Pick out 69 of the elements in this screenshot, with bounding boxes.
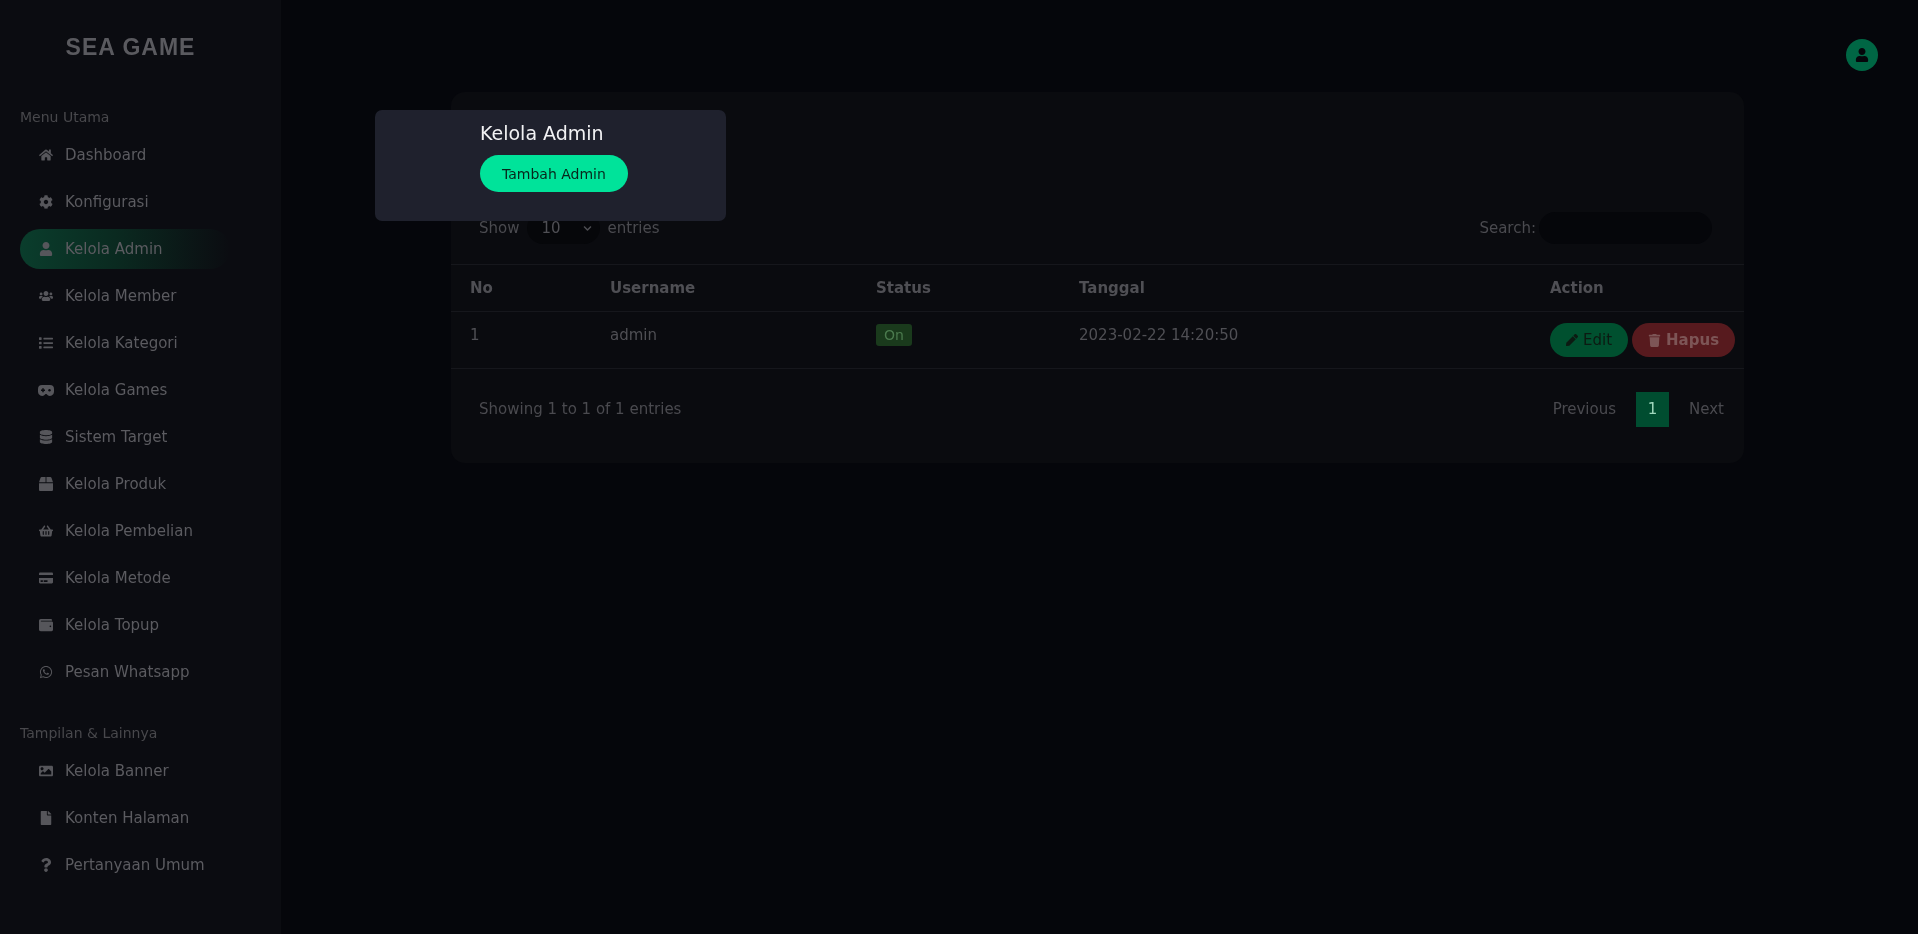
sidebar-item[interactable]: Kelola Games (20, 370, 261, 410)
entries-info: Showing 1 to 1 of 1 entries (479, 400, 682, 418)
table-cell-text: 1 (470, 325, 481, 344)
column-header: Action (1550, 279, 1605, 297)
column-header: Status (876, 279, 932, 297)
sidebar-item-label: Kelola Kategori (65, 334, 178, 352)
sidebar-item-label: Pertanyaan Umum (65, 856, 205, 874)
section-title: Tampilan & Lainnya (20, 725, 159, 741)
sidebar-item-label: Kelola Member (65, 287, 177, 305)
chat-bubble-icon (38, 665, 54, 679)
sidebar-item[interactable]: Pertanyaan Umum (20, 845, 261, 885)
section-title: Menu Utama (20, 109, 111, 125)
trash-icon (1648, 333, 1662, 347)
entries-label: entries (607, 219, 660, 237)
sidebar-item[interactable]: Kelola Produk (20, 464, 261, 504)
sidebar-item[interactable]: Kelola Pembelian (20, 511, 261, 551)
sidebar-item[interactable]: Kelola Topup (20, 605, 261, 645)
table-cell-text: 2023-02-22 14:20:50 (1079, 325, 1240, 344)
sidebar-item[interactable]: Konten Halaman (20, 798, 261, 838)
delete-button[interactable]: Hapus (1632, 323, 1736, 357)
sidebar-item[interactable]: Konfigurasi (20, 182, 261, 222)
list-icon (38, 336, 54, 350)
pencil-icon (1566, 334, 1578, 346)
sidebar-item[interactable]: Kelola Member (20, 276, 261, 316)
column-header: Username (610, 279, 697, 297)
sidebar-item-label: Sistem Target (65, 428, 168, 446)
user-avatar[interactable] (1846, 39, 1878, 71)
gamepad-icon (38, 384, 54, 396)
sidebar-item-label: Kelola Metode (65, 569, 171, 587)
sidebar-item[interactable]: Kelola Metode (20, 558, 261, 598)
credit-card-icon (38, 571, 54, 585)
gear-icon (38, 195, 54, 209)
sidebar-item-label: Dashboard (65, 146, 147, 164)
add-admin-button[interactable]: Tambah Admin (480, 155, 628, 192)
sidebar-item[interactable]: Kelola Banner (20, 751, 261, 791)
sidebar-item[interactable]: Sistem Target (20, 417, 261, 457)
house-icon (38, 148, 54, 162)
search-label: Search: (1479, 219, 1536, 237)
table-cell-text: admin (610, 325, 658, 344)
sidebar-item-label: Kelola Topup (65, 616, 160, 634)
box-icon (38, 477, 54, 491)
popover-title: Kelola Admin (480, 122, 604, 144)
sidebar-item-label: Kelola Banner (65, 762, 169, 780)
previous-link[interactable]: Previous (1552, 400, 1617, 418)
next-link[interactable]: Next (1689, 400, 1724, 418)
sidebar-item[interactable]: Pesan Whatsapp (20, 652, 261, 692)
column-header: No (470, 279, 494, 297)
file-icon (38, 811, 54, 825)
basket-icon (38, 524, 54, 538)
sidebar-item-label: Kelola Produk (65, 475, 167, 493)
wallet-icon (38, 618, 54, 632)
sidebar-item-label: Kelola Admin (65, 240, 163, 258)
page-number-button[interactable]: 1 (1636, 391, 1670, 427)
sidebar-item[interactable]: Kelola Kategori (20, 323, 261, 363)
sidebar-item[interactable]: Dashboard (20, 135, 261, 175)
chevron-down-icon (582, 223, 592, 233)
user-icon (38, 242, 54, 256)
sidebar-item-label: Kelola Games (65, 381, 168, 399)
brand-logo[interactable]: SEA GAME (65, 34, 196, 61)
sidebar-item-label: Kelola Pembelian (65, 522, 193, 540)
sidebar-item-label: Konten Halaman (65, 809, 190, 827)
show-label: Show (479, 219, 520, 237)
database-icon (38, 430, 54, 444)
column-header: Tanggal (1079, 279, 1146, 297)
sidebar-item-label: Konfigurasi (65, 193, 149, 211)
sidebar-item-label: Pesan Whatsapp (65, 663, 190, 681)
status-badge: On (876, 324, 912, 346)
users-icon (38, 289, 54, 303)
image-icon (38, 764, 54, 778)
